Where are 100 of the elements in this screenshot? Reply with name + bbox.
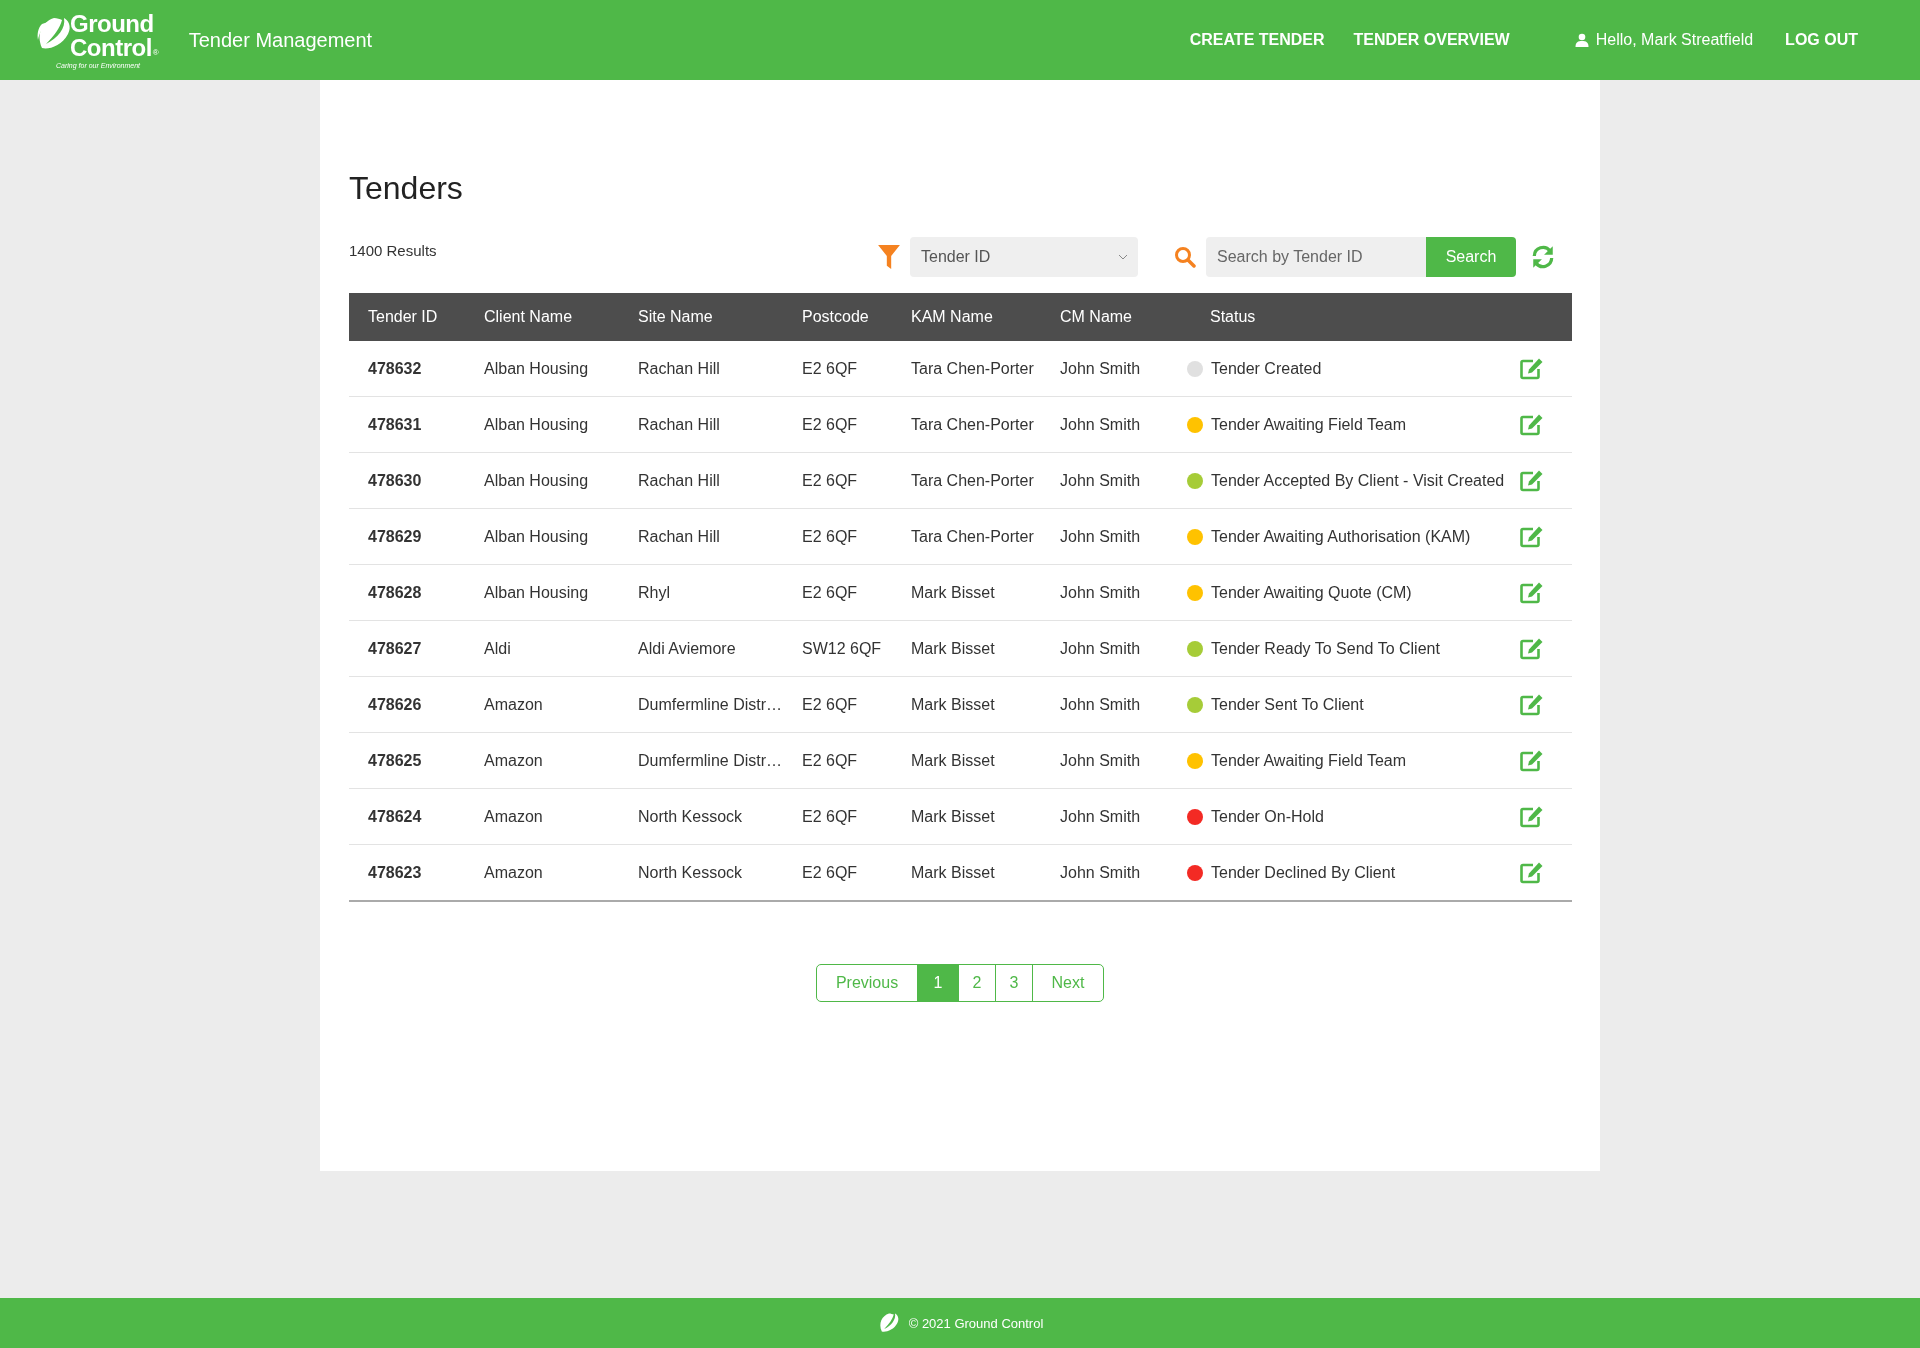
site-name-cell: Rachan Hill — [638, 471, 720, 489]
search-button[interactable]: Search — [1426, 237, 1516, 277]
postcode-cell: E2 6QF — [802, 807, 858, 825]
edit-icon[interactable] — [1520, 581, 1544, 604]
edit-icon[interactable] — [1520, 357, 1544, 380]
site-name-cell: Rachan Hill — [638, 359, 720, 377]
cm-name-cell: John Smith — [1060, 695, 1141, 713]
client-name-cell: Amazon — [484, 863, 543, 881]
edit-icon[interactable] — [1520, 861, 1544, 884]
cm-name-cell: John Smith — [1060, 415, 1141, 433]
user-greeting: Hello, Mark Streatfield — [1595, 31, 1754, 49]
postcode-cell: E2 6QF — [802, 359, 858, 377]
edit-icon[interactable] — [1520, 469, 1544, 492]
status-cell: Tender Awaiting Quote (CM) — [1211, 583, 1412, 602]
logo-wordmark: Ground — [70, 11, 155, 36]
edit-icon[interactable] — [1520, 413, 1544, 436]
tender-id-cell: 478624 — [368, 807, 422, 825]
kam-name-cell: Mark Bisset — [911, 807, 995, 825]
results-count: 1400 Results — [349, 242, 437, 259]
postcode-cell: E2 6QF — [802, 751, 858, 769]
postcode-cell: E2 6QF — [802, 583, 858, 601]
tender-id-cell: 478625 — [368, 751, 422, 769]
cm-name-cell: John Smith — [1060, 751, 1141, 769]
tender-id-cell: 478631 — [368, 415, 422, 433]
refresh-icon[interactable] — [1530, 244, 1556, 270]
status-cell: Tender Created — [1211, 359, 1322, 378]
status-cell: Tender Awaiting Field Team — [1211, 751, 1407, 770]
tender-id-cell: 478630 — [368, 471, 422, 489]
status-cell: Tender Sent To Client — [1211, 695, 1364, 714]
column-header: Site Name — [638, 308, 713, 325]
site-name-cell: Rhyl — [638, 583, 670, 601]
site-name-cell: Aldi Aviemore — [638, 639, 736, 657]
filter-icon — [878, 245, 900, 269]
app-title: Tender Management — [188, 28, 373, 52]
client-name-cell: Alban Housing — [484, 359, 589, 377]
cm-name-cell: John Smith — [1060, 471, 1141, 489]
client-name-cell: Alban Housing — [484, 471, 589, 489]
tender-id-cell: 478628 — [368, 583, 422, 601]
cm-name-cell: John Smith — [1060, 807, 1141, 825]
client-name-cell: Amazon — [484, 695, 543, 713]
search-field[interactable]: Search by Tender ID — [1206, 237, 1426, 277]
status-cell: Tender Accepted By Client - Visit Created — [1211, 471, 1505, 490]
kam-name-cell: Mark Bisset — [911, 583, 995, 601]
edit-icon[interactable] — [1520, 805, 1544, 828]
cm-name-cell: John Smith — [1060, 527, 1141, 545]
chevron-down-icon — [1118, 254, 1128, 260]
page-number-button[interactable]: 2 — [958, 964, 996, 1002]
site-name-cell: Rachan Hill — [638, 527, 720, 545]
site-name-cell: Rachan Hill — [638, 415, 720, 433]
page-number-button[interactable]: 1 — [917, 964, 959, 1002]
cm-name-cell: John Smith — [1060, 863, 1141, 881]
edit-icon[interactable] — [1520, 525, 1544, 548]
logo-wordmark: Control — [70, 35, 152, 60]
postcode-cell: E2 6QF — [802, 695, 858, 713]
postcode-cell: SW12 6QF — [802, 639, 882, 657]
site-name-cell: North Kessock — [638, 807, 743, 825]
nav-link[interactable]: CREATE TENDER — [1189, 31, 1325, 49]
tender-id-cell: 478632 — [368, 359, 422, 377]
tender-id-cell: 478627 — [368, 639, 422, 657]
postcode-cell: E2 6QF — [802, 415, 858, 433]
column-header: Postcode — [802, 308, 869, 325]
cm-name-cell: John Smith — [1060, 639, 1141, 657]
logout-link[interactable]: LOG OUT — [1785, 31, 1858, 49]
client-name-cell: Amazon — [484, 751, 543, 769]
edit-icon[interactable] — [1520, 693, 1544, 716]
client-name-cell: Alban Housing — [484, 415, 589, 433]
edit-icon[interactable] — [1520, 637, 1544, 660]
kam-name-cell: Mark Bisset — [911, 863, 995, 881]
site-name-cell: Dumfermline Distr… — [638, 751, 782, 769]
copyright-text: © 2021 Ground Control — [908, 1315, 1044, 1331]
column-header: Tender ID — [368, 308, 438, 325]
client-name-cell: Alban Housing — [484, 527, 589, 545]
postcode-cell: E2 6QF — [802, 471, 858, 489]
nav-link[interactable]: TENDER OVERVIEW — [1353, 31, 1510, 49]
edit-icon[interactable] — [1520, 749, 1544, 772]
kam-name-cell: Tara Chen-Porter — [911, 415, 1034, 433]
postcode-cell: E2 6QF — [802, 527, 858, 545]
status-cell: Tender Declined By Client — [1211, 863, 1396, 882]
status-cell: Tender Ready To Send To Client — [1211, 639, 1440, 658]
site-name-cell: North Kessock — [638, 863, 743, 881]
kam-name-cell: Tara Chen-Porter — [911, 359, 1034, 377]
column-header: Client Name — [484, 308, 573, 325]
kam-name-cell: Tara Chen-Porter — [911, 471, 1034, 489]
kam-name-cell: Mark Bisset — [911, 751, 995, 769]
kam-name-cell: Mark Bisset — [911, 695, 995, 713]
kam-name-cell: Mark Bisset — [911, 639, 995, 657]
client-name-cell: Aldi — [484, 639, 511, 657]
page-title: Tenders — [349, 170, 464, 207]
user-icon — [1574, 33, 1589, 47]
column-header: CM Name — [1060, 308, 1132, 325]
next-page-button[interactable]: Next — [1032, 964, 1104, 1002]
filter-dropdown[interactable]: Tender ID — [910, 237, 1138, 277]
page-number-button[interactable]: 3 — [995, 964, 1033, 1002]
tender-id-cell: 478623 — [368, 863, 422, 881]
status-cell: Tender Awaiting Authorisation (KAM) — [1211, 527, 1471, 546]
postcode-cell: E2 6QF — [802, 863, 858, 881]
column-header: KAM Name — [911, 308, 993, 325]
search-icon — [1174, 246, 1196, 268]
registered-mark: ® — [152, 48, 159, 57]
status-cell: Tender On-Hold — [1211, 807, 1324, 826]
